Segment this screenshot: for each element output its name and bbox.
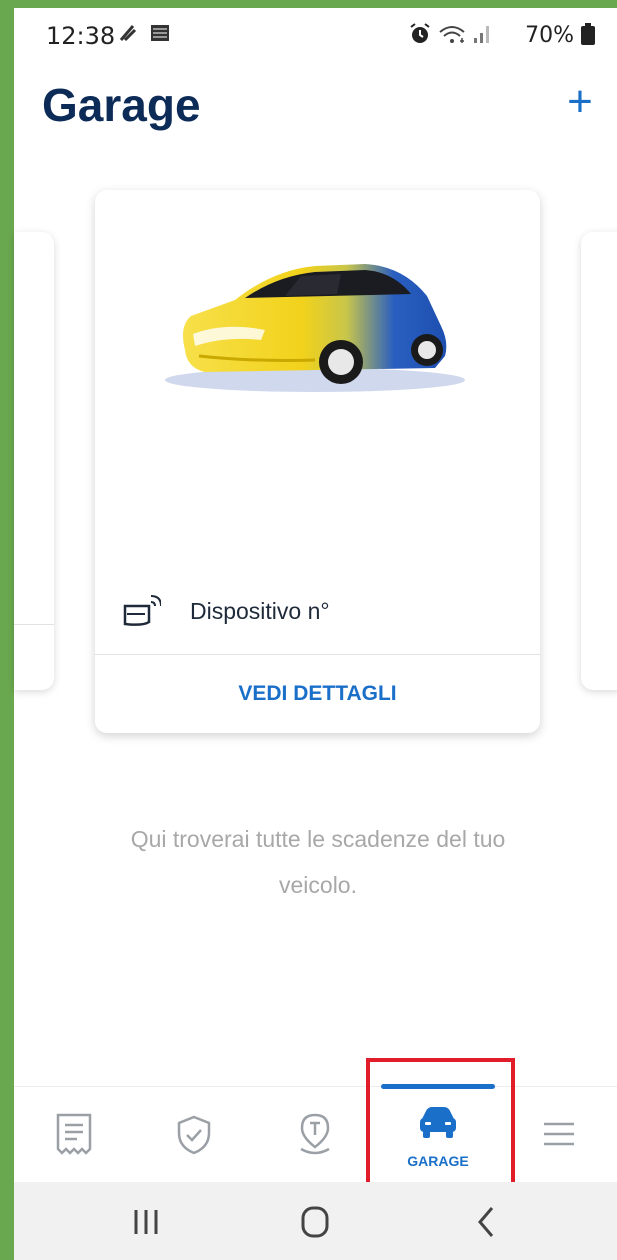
highlight-annotation — [366, 1058, 515, 1195]
nav-item-menu[interactable] — [514, 1087, 604, 1183]
nav-item-receipts[interactable] — [29, 1087, 119, 1183]
recent-apps-icon[interactable] — [126, 1204, 166, 1240]
page-title: Garage — [42, 79, 201, 131]
battery-icon — [581, 23, 595, 45]
bottom-navigation: GARAGE — [14, 1084, 617, 1183]
status-right: 70% — [408, 22, 595, 48]
home-icon[interactable] — [295, 1204, 335, 1240]
device-label: Dispositivo n° — [190, 598, 330, 624]
deadlines-empty-message: Qui troverai tutte le scadenze del tuo v… — [130, 826, 506, 898]
nav-item-location[interactable] — [270, 1087, 360, 1183]
card-divider — [14, 624, 54, 625]
map-pin-t-icon — [300, 1113, 330, 1155]
device-wireless-icon — [123, 595, 161, 626]
frame-border-top — [0, 0, 617, 8]
system-navigation-bar — [14, 1182, 617, 1260]
add-vehicle-button[interactable]: + — [560, 80, 600, 124]
device-row: Dispositivo n° — [123, 592, 523, 632]
alarm-icon — [410, 23, 430, 43]
menu-icon — [544, 1122, 574, 1146]
receipt-icon — [56, 1113, 92, 1155]
status-bar: 12:38 70% — [14, 8, 617, 64]
shield-check-icon — [177, 1115, 211, 1155]
next-vehicle-card[interactable] — [581, 232, 617, 690]
notification-icons — [117, 22, 177, 50]
status-time: 12:38 — [46, 22, 116, 50]
notification-icon — [119, 25, 169, 42]
vehicle-card[interactable]: Dispositivo n° VEDI DETTAGLI — [95, 190, 540, 733]
battery-percent: 70% — [525, 23, 574, 48]
previous-vehicle-card[interactable] — [14, 232, 54, 690]
wifi-icon — [439, 26, 465, 43]
car-illustration — [165, 264, 465, 392]
signal-icon — [474, 26, 490, 43]
frame-border-left — [0, 0, 14, 1260]
nav-item-insurance[interactable] — [149, 1087, 239, 1183]
back-icon[interactable] — [466, 1204, 506, 1240]
view-details-button[interactable]: VEDI DETTAGLI — [95, 654, 540, 733]
